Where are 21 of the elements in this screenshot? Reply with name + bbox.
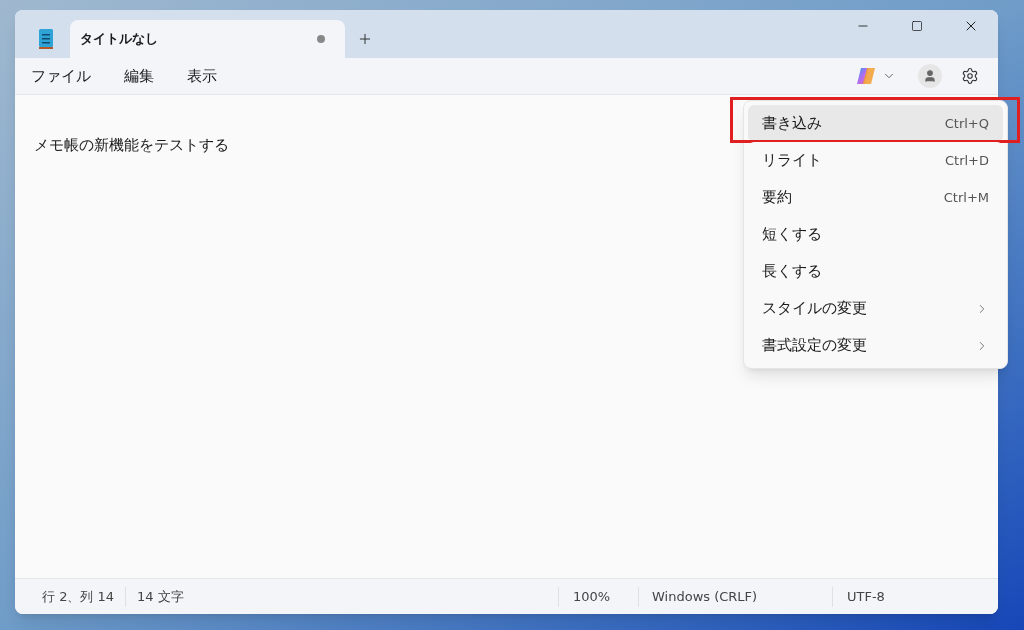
menu-item[interactable]: 表示 [177, 60, 227, 92]
person-icon [923, 69, 937, 83]
shortcut-text: Ctrl+M [943, 188, 989, 207]
encoding: UTF-8 [847, 587, 885, 606]
shortcut-text: Ctrl+Q [944, 114, 989, 133]
menu-option[interactable]: 書き込み Ctrl+Q [748, 105, 1003, 142]
line-ending: Windows (CRLF) [652, 587, 758, 606]
editor-text[interactable]: メモ帳の新機能をテストする [34, 136, 229, 154]
document-tab[interactable]: タイトルなし [70, 20, 345, 58]
menu-item[interactable]: ファイル [21, 60, 101, 92]
character-count: 14 文字 [137, 588, 184, 604]
zoom-level: 100% [573, 587, 611, 606]
notepad-icon [38, 28, 54, 50]
shortcut-text: Ctrl+D [944, 151, 989, 170]
account-button[interactable] [918, 64, 942, 88]
plus-icon [357, 31, 373, 47]
menu-item[interactable]: 編集 [114, 60, 164, 92]
settings-icon [961, 67, 979, 85]
copilot-logo-icon [856, 67, 876, 85]
maximize-icon [911, 20, 923, 32]
cursor-position: 行 2、列 14 [42, 587, 115, 606]
